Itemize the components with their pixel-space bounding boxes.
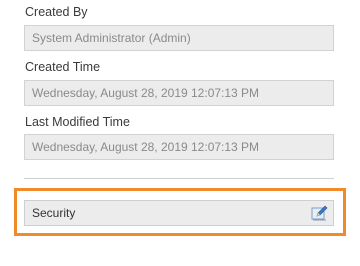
last-modified-time-field: Wednesday, August 28, 2019 12:07:13 PM [24,134,334,160]
pencil-edit-icon[interactable] [311,205,329,221]
security-field-label: Security [32,206,76,220]
section-divider [24,178,334,179]
created-time-field: Wednesday, August 28, 2019 12:07:13 PM [24,80,334,106]
security-field[interactable]: Security [24,200,334,226]
last-modified-time-label: Last Modified Time [25,115,130,129]
created-time-label: Created Time [25,60,101,74]
created-by-field: System Administrator (Admin) [24,25,334,51]
created-by-label: Created By [25,5,88,19]
